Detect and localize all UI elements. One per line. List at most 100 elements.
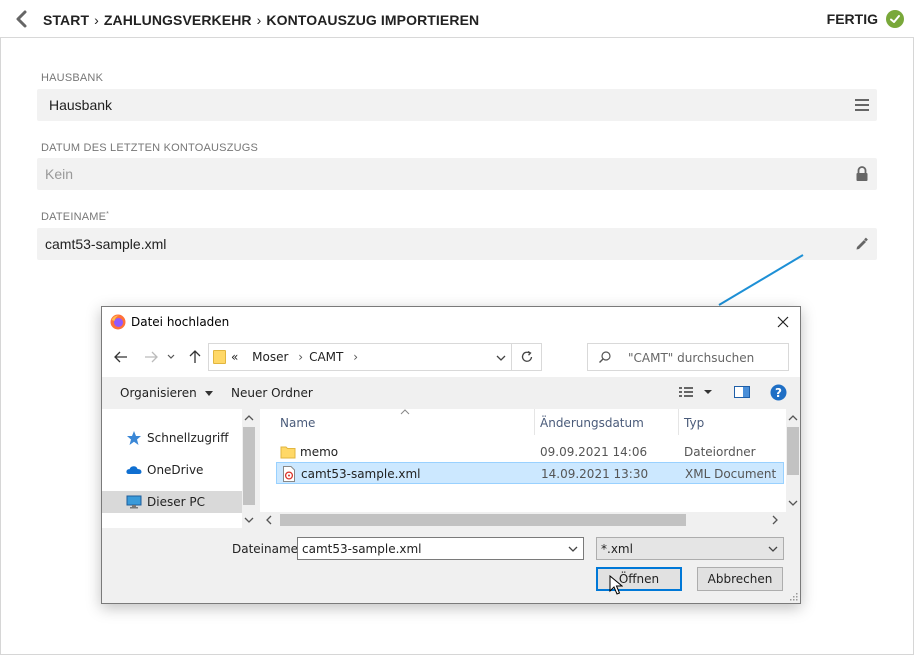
column-header-date[interactable]: Änderungsdatum	[534, 409, 678, 435]
file-date: 14.09.2021 13:30	[541, 467, 649, 481]
chevron-down-icon[interactable]	[495, 352, 507, 364]
dialog-title: Datei hochladen	[131, 315, 230, 329]
view-options-button[interactable]	[678, 385, 716, 402]
dateiname-value: camt53-sample.xml	[45, 236, 167, 252]
resize-grip-icon[interactable]	[788, 591, 798, 601]
file-row-memo[interactable]: memo 09.09.2021 14:06 Dateiordner	[276, 441, 784, 463]
preview-pane-button[interactable]	[734, 385, 750, 402]
dateiname-label-text: DATEINAME	[41, 211, 107, 223]
chevron-right-icon[interactable]: ›	[353, 350, 358, 364]
chevron-down-icon	[768, 546, 778, 552]
hausbank-field[interactable]: Hausbank	[37, 89, 877, 121]
file-date: 09.09.2021 14:06	[540, 445, 648, 459]
filetype-value: *.xml	[601, 542, 633, 556]
datum-value: Kein	[45, 166, 74, 182]
nav-forward-button[interactable]	[142, 349, 160, 365]
nav-item-label: OneDrive	[147, 463, 204, 477]
dialog-toolbar: Organisieren Neuer Ordner ?	[102, 377, 800, 409]
help-icon: ?	[770, 384, 787, 401]
scroll-up-icon[interactable]	[242, 411, 256, 425]
scroll-thumb[interactable]	[280, 514, 686, 526]
required-mark: *	[106, 211, 110, 218]
folder-icon	[280, 446, 296, 459]
column-type-label: Typ	[684, 416, 705, 430]
nav-item-label: Schnellzugriff	[147, 431, 229, 445]
address-segment-camt[interactable]: CAMT	[309, 350, 343, 364]
scroll-up-icon[interactable]	[786, 411, 800, 425]
done-button[interactable]: FERTIG	[827, 10, 904, 28]
folder-icon	[213, 350, 226, 364]
datum-label: DATUM DES LETZTEN KONTOAUSZUGS	[41, 142, 259, 154]
file-list-vscrollbar[interactable]	[786, 409, 800, 512]
scroll-down-icon[interactable]	[786, 496, 800, 510]
filename-value: camt53-sample.xml	[302, 542, 422, 556]
nav-item-this-pc[interactable]: Dieser PC	[102, 491, 242, 513]
svg-text:?: ?	[775, 386, 782, 400]
refresh-icon	[521, 350, 532, 362]
column-name-label: Name	[280, 416, 316, 430]
navigation-scrollbar[interactable]	[242, 409, 256, 528]
chevron-down-icon	[167, 354, 175, 359]
mouse-pointer-icon	[609, 575, 623, 595]
scroll-down-icon[interactable]	[242, 513, 256, 527]
column-header-name[interactable]: Name	[274, 409, 534, 435]
file-name: camt53-sample.xml	[301, 467, 421, 481]
file-type: Dateiordner	[684, 445, 756, 459]
filename-label: Dateiname:	[232, 542, 303, 556]
pencil-icon[interactable]	[852, 234, 872, 254]
top-bar: START › ZAHLUNGSVERKEHR › KONTOAUSZUG IMPORT…	[0, 0, 914, 38]
file-type: XML Document	[685, 467, 777, 481]
back-button[interactable]	[12, 8, 32, 30]
chevron-left-icon	[16, 10, 27, 28]
breadcrumb-separator: ›	[256, 12, 262, 28]
cancel-button[interactable]: Abbrechen	[697, 567, 783, 591]
breadcrumb: START › ZAHLUNGSVERKEHR › KONTOAUSZUG IMPORT…	[43, 12, 479, 28]
nav-back-button[interactable]	[112, 349, 130, 365]
scroll-right-icon[interactable]	[768, 513, 782, 527]
preview-pane-icon	[734, 386, 750, 398]
address-segment-moser[interactable]: Moser	[252, 350, 288, 364]
search-input[interactable]: "CAMT" durchsuchen	[587, 343, 789, 371]
arrow-up-icon	[189, 350, 201, 363]
breadcrumb-current: KONTOAUSZUG IMPORTIEREN	[266, 12, 480, 28]
navigation-pane: Schnellzugriff OneDrive Dieser PC	[102, 409, 256, 528]
caret-down-icon	[204, 391, 213, 396]
refresh-button[interactable]	[511, 344, 541, 370]
hausbank-label: HAUSBANK	[41, 72, 104, 84]
file-list-hscrollbar[interactable]	[260, 512, 800, 528]
filename-input[interactable]: camt53-sample.xml	[297, 537, 584, 560]
chevron-down-icon[interactable]	[567, 544, 579, 554]
close-icon	[777, 316, 789, 328]
nav-item-quick-access[interactable]: Schnellzugriff	[102, 427, 242, 449]
dateiname-field[interactable]: camt53-sample.xml	[37, 228, 877, 260]
scroll-thumb[interactable]	[243, 427, 255, 505]
breadcrumb-zahlungsverkehr[interactable]: ZAHLUNGSVERKEHR	[104, 12, 252, 28]
arrow-left-icon	[114, 351, 127, 363]
recent-locations-button[interactable]	[166, 349, 176, 365]
column-header-type[interactable]: Typ	[678, 409, 778, 435]
star-icon	[127, 431, 141, 445]
new-folder-button[interactable]: Neuer Ordner	[231, 386, 313, 400]
nav-up-button[interactable]	[186, 349, 204, 365]
nav-item-onedrive[interactable]: OneDrive	[102, 459, 242, 481]
file-upload-dialog: Datei hochladen « Moser › CAMT › "CAMT" …	[101, 306, 801, 604]
dialog-titlebar: Datei hochladen	[102, 307, 800, 337]
close-button[interactable]	[772, 311, 794, 333]
dialog-navbar: « Moser › CAMT › "CAMT" durchsuchen	[102, 337, 800, 377]
breadcrumb-start[interactable]: START	[43, 12, 89, 28]
scroll-thumb[interactable]	[787, 427, 799, 475]
list-menu-icon[interactable]	[852, 95, 872, 115]
dateiname-label: DATEINAME*	[41, 211, 109, 223]
address-bar[interactable]: « Moser › CAMT ›	[208, 343, 542, 371]
file-row-camt53-sample[interactable]: camt53-sample.xml 14.09.2021 13:30 XML D…	[276, 462, 784, 484]
scroll-left-icon[interactable]	[262, 513, 276, 527]
address-overflow[interactable]: «	[231, 350, 238, 364]
organize-menu[interactable]: Organisieren	[120, 386, 213, 400]
organize-label: Organisieren	[120, 386, 197, 400]
filetype-select[interactable]: *.xml	[596, 537, 784, 560]
help-button[interactable]: ?	[770, 384, 787, 404]
xml-file-icon	[283, 466, 295, 482]
datum-field: Kein	[37, 158, 877, 190]
chevron-right-icon[interactable]: ›	[298, 350, 303, 364]
sort-ascending-icon	[400, 409, 410, 415]
